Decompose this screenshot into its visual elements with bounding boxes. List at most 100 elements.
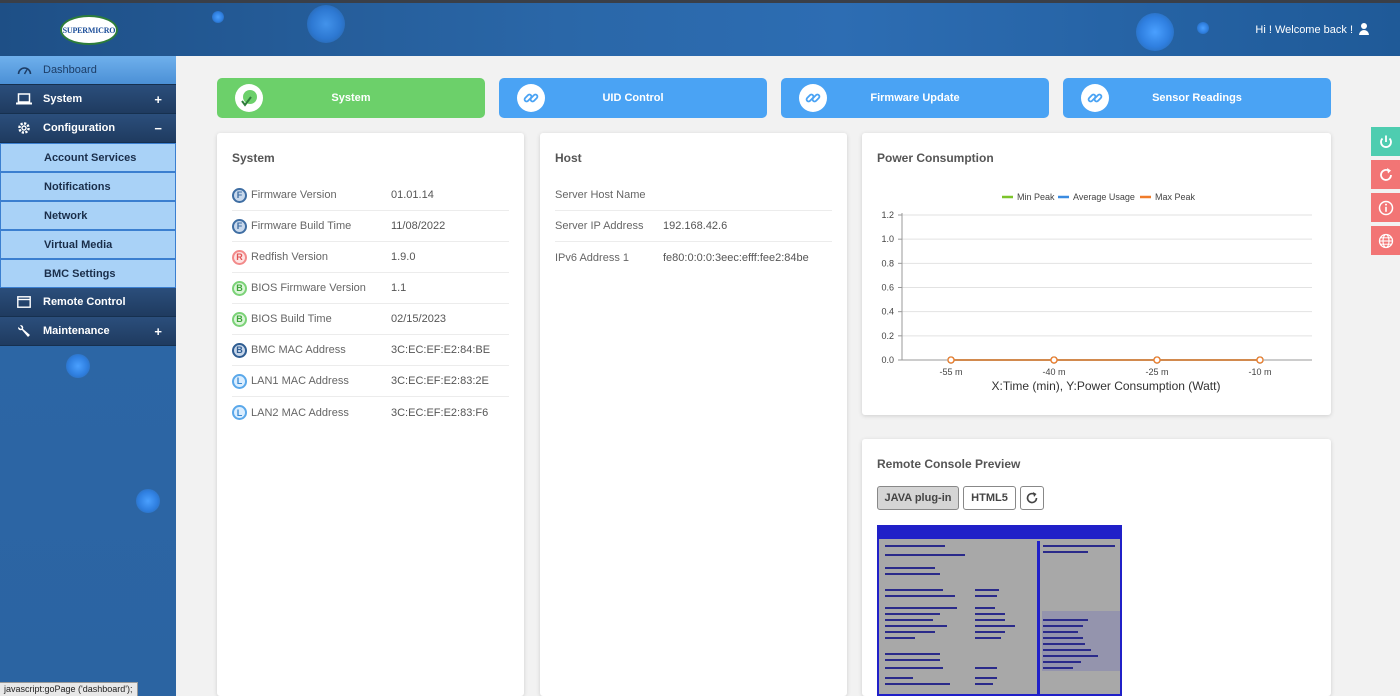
firmware-badge-icon: F [232, 187, 247, 203]
firmware-badge-icon: F [232, 218, 247, 234]
info-key: Firmware Build Time [251, 220, 352, 232]
quick-button-uid-control[interactable]: UID Control [499, 78, 767, 118]
info-key: IPv6 Address 1 [555, 251, 629, 264]
sidebar: Dashboard System + Configuration − Accou… [0, 56, 176, 696]
info-key: BIOS Build Time [251, 313, 332, 325]
data-point [1256, 356, 1264, 364]
check-leaf-icon [235, 84, 263, 112]
sidebar-subitem-bmc-settings[interactable]: BMC Settings [0, 259, 176, 288]
x-tick-label: -10 m [1248, 367, 1271, 377]
sidebar-item-maintenance[interactable]: Maintenance + [0, 317, 176, 346]
legend-label: Min Peak [1017, 192, 1055, 202]
refresh-button[interactable] [1020, 486, 1044, 510]
info-row: B BIOS Build Time 02/15/2023 [232, 304, 509, 335]
info-key: Server Host Name [555, 189, 646, 201]
info-value: 192.168.42.6 [663, 220, 728, 232]
gear-icon [16, 120, 32, 136]
link-icon [517, 84, 545, 112]
x-tick-label: -40 m [1042, 367, 1065, 377]
welcome-area[interactable]: Hi ! Welcome back ! [1255, 23, 1370, 36]
sidebar-subitem-notifications[interactable]: Notifications [0, 172, 176, 201]
html5-button[interactable]: HTML5 [963, 486, 1016, 510]
java-plugin-button[interactable]: JAVA plug-in [877, 486, 959, 510]
sidebar-item-remote-control[interactable]: Remote Control [0, 288, 176, 317]
info-row: IPv6 Address 1 fe80:0:0:0:3eec:efff:fee2:… [555, 242, 832, 273]
sidebar-item-label: Dashboard [43, 64, 97, 76]
sidebar-subitem-virtual-media[interactable]: Virtual Media [0, 230, 176, 259]
info-button[interactable] [1371, 193, 1400, 222]
card-title: System [232, 151, 275, 165]
y-tick-label: 1.0 [881, 234, 894, 244]
decor-bubble [136, 489, 160, 513]
legend-label: Max Peak [1155, 192, 1196, 202]
sidebar-item-label: System [43, 93, 83, 105]
info-key: LAN1 MAC Address [251, 375, 349, 387]
reset-button[interactable] [1371, 160, 1400, 189]
sidebar-subitem-network[interactable]: Network [0, 201, 176, 230]
info-key: Server IP Address [555, 220, 644, 232]
info-row: Server IP Address 192.168.42.6 [555, 211, 832, 242]
quick-button-label: Firmware Update [870, 92, 960, 104]
quick-button-label: Sensor Readings [1152, 92, 1242, 104]
system-card: System F Firmware Version 01.01.14 F Firmwa… [217, 133, 524, 696]
info-key: Redfish Version [251, 251, 329, 263]
info-icon [1378, 200, 1393, 215]
info-value: 02/15/2023 [391, 313, 447, 325]
card-title: Host [555, 151, 582, 165]
sidebar-item-dashboard[interactable]: Dashboard [0, 56, 176, 85]
sidebar-item-label: Maintenance [43, 325, 110, 337]
info-value: 1.1 [391, 282, 407, 294]
info-value: 3C:EC:EF:E2:84:BE [391, 344, 491, 356]
expand-plus-icon[interactable]: + [154, 324, 162, 339]
expand-plus-icon[interactable]: + [154, 92, 162, 107]
data-point [1050, 356, 1058, 364]
collapse-minus-icon[interactable]: − [154, 121, 162, 136]
sidebar-item-configuration[interactable]: Configuration − [0, 114, 176, 143]
info-row: F Firmware Build Time 11/08/2022 [232, 211, 509, 242]
reset-icon [1379, 167, 1392, 181]
sidebar-item-label: Configuration [43, 122, 116, 134]
data-point [1153, 356, 1161, 364]
x-axis-label: X:Time (min), Y:Power Consumption (Watt) [992, 379, 1221, 393]
sidebar-item-system[interactable]: System + [0, 85, 176, 114]
info-value: fe80:0:0:0:3eec:efff:fee2:84be [663, 251, 809, 264]
power-consumption-chart: Min Peak Average Usage Max Peak 0.0 0.2 0.4 0.… [881, 192, 1312, 393]
console-preview-screen[interactable] [877, 525, 1122, 696]
x-tick-label: -55 m [939, 367, 962, 377]
welcome-text: Hi ! Welcome back ! [1255, 23, 1353, 36]
x-tick-label: -25 m [1145, 367, 1168, 377]
info-key: BMC MAC Address [251, 344, 346, 356]
supermicro-logo[interactable]: SUPERMICRO [60, 15, 118, 45]
refresh-icon [1026, 492, 1038, 504]
y-tick-label: 0.8 [881, 258, 894, 268]
decor-bubble [212, 11, 224, 23]
quick-button-firmware-update[interactable]: Firmware Update [781, 78, 1049, 118]
user-icon[interactable] [1358, 23, 1370, 36]
host-card: Host Server Host Name Server IP Address 1… [540, 133, 847, 696]
power-consumption-card: Power Consumption Min Peak Average Usage M… [862, 133, 1331, 415]
power-button[interactable] [1371, 127, 1400, 156]
power-icon [1379, 135, 1392, 148]
lan-badge-icon: L [232, 405, 247, 420]
sidebar-subitem-account-services[interactable]: Account Services [0, 143, 176, 172]
info-value: 3C:EC:EF:E2:83:2E [391, 375, 489, 387]
legend-label: Average Usage [1073, 192, 1135, 202]
browser-status-bar: javascript:goPage ('dashboard'); [0, 682, 138, 696]
y-tick-label: 0.4 [881, 307, 894, 317]
info-row: B BMC MAC Address 3C:EC:EF:E2:84:BE [232, 335, 509, 366]
laptop-icon [16, 91, 32, 107]
quick-button-sensor-readings[interactable]: Sensor Readings [1063, 78, 1331, 118]
redfish-badge-icon: R [232, 249, 247, 265]
console-preview-screen-content [879, 539, 1120, 694]
link-icon [799, 84, 827, 112]
info-key: BIOS Firmware Version [251, 282, 366, 294]
window-icon [16, 294, 32, 310]
info-row: Server Host Name [555, 180, 832, 211]
decor-bubble [66, 354, 90, 378]
info-value: 01.01.14 [391, 189, 434, 201]
decor-bubble [1136, 13, 1174, 51]
decor-bubble [307, 5, 345, 43]
language-button[interactable] [1371, 226, 1400, 255]
globe-icon [1378, 233, 1393, 248]
quick-button-system[interactable]: System [217, 78, 485, 118]
